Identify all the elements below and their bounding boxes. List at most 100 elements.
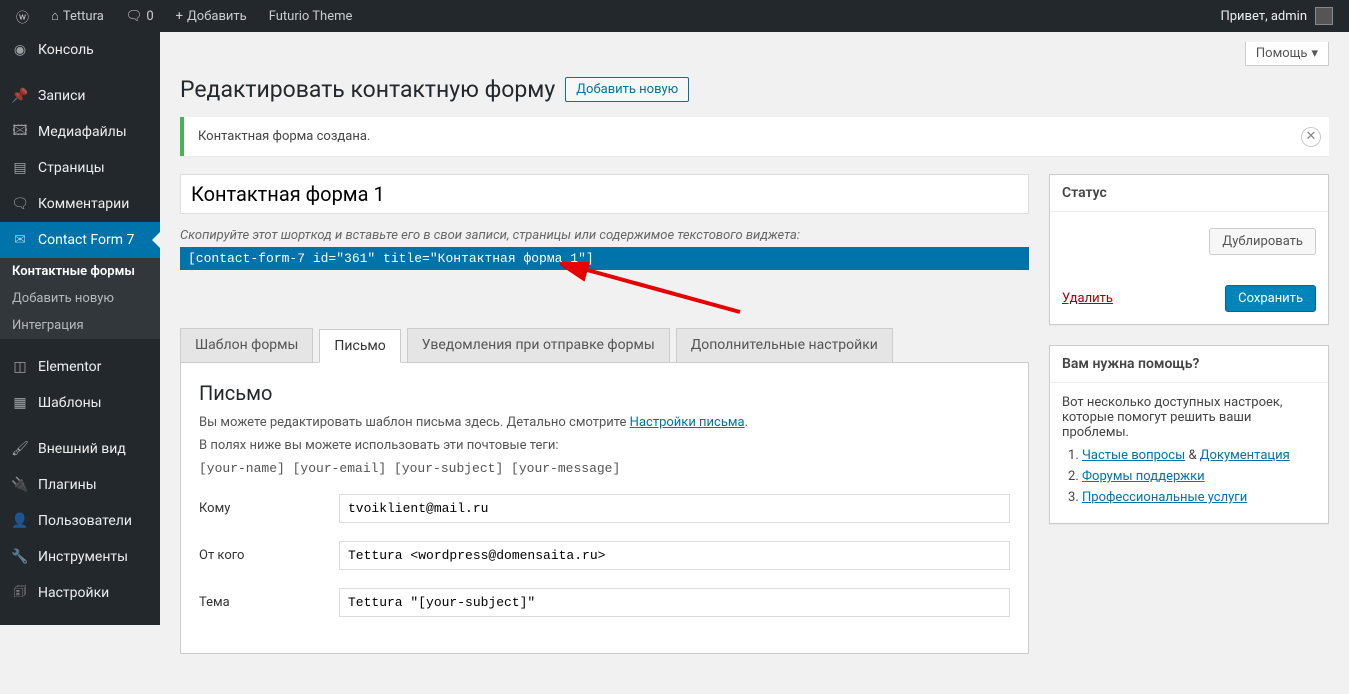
site-name-label: Tettura xyxy=(63,9,104,24)
shortcode-description: Скопируйте этот шорткод и вставьте его в… xyxy=(180,228,1029,243)
sidebar-item-label: Elementor xyxy=(38,359,101,375)
help-box-text: Вот несколько доступных настроек, которы… xyxy=(1062,395,1316,440)
mail-tags: [your-name] [your-email] [your-subject] … xyxy=(199,461,1010,476)
add-new-link[interactable]: + Добавить xyxy=(168,0,255,32)
dashboard-icon: ◉ xyxy=(10,40,30,60)
mail-panel-heading: Письмо xyxy=(199,381,1010,405)
comments-link[interactable]: 🗨0 xyxy=(118,0,162,32)
notice-text: Контактная форма создана. xyxy=(198,129,370,144)
comment-icon: 🗨 xyxy=(126,9,143,24)
from-label: От кого xyxy=(199,548,319,563)
plus-icon: + xyxy=(176,9,183,24)
submenu-contact-forms[interactable]: Контактные формы xyxy=(0,258,160,285)
forum-link[interactable]: Форумы поддержки xyxy=(1082,469,1205,484)
mail-panel: Письмо Вы можете редактировать шаблон пи… xyxy=(180,362,1029,654)
mail-icon: ✉ xyxy=(10,230,30,250)
sidebar-item-pages[interactable]: ▤ Страницы xyxy=(0,150,160,186)
help-link-item: Частые вопросы & Документация xyxy=(1082,448,1316,463)
help-link-item: Форумы поддержки xyxy=(1082,469,1316,484)
theme-link[interactable]: Futurio Theme xyxy=(261,0,361,32)
pin-icon: 📌 xyxy=(10,86,30,106)
sidebar-item-label: Шаблоны xyxy=(38,395,102,411)
form-title-input[interactable] xyxy=(180,174,1029,214)
annotation-arrow xyxy=(180,272,1029,312)
help-box: Вам нужна помощь? Вот несколько доступны… xyxy=(1049,345,1329,524)
sidebar-item-settings[interactable]: 🗊Настройки xyxy=(0,575,160,611)
delete-link[interactable]: Удалить xyxy=(1062,291,1113,306)
sidebar-submenu: Контактные формы Добавить новую Интеграц… xyxy=(0,258,160,339)
admin-topbar: ⓦ ⌂Tettura 🗨0 +Добавить Futurio Theme Пр… xyxy=(0,0,1349,32)
subject-label: Тема xyxy=(199,595,319,610)
sidebar-item-templates[interactable]: ▦ Шаблоны xyxy=(0,385,160,421)
users-icon: 👤 xyxy=(10,511,30,531)
sidebar-item-comments[interactable]: 🗨 Комментарии xyxy=(0,186,160,222)
help-tab-label: Помощь xyxy=(1256,46,1308,61)
media-icon: 🖾 xyxy=(10,122,30,142)
sidebar-item-tools[interactable]: 🔧 Инструменты xyxy=(0,539,160,575)
submenu-integration[interactable]: Интеграция xyxy=(0,312,160,339)
tab-mail[interactable]: Письмо xyxy=(319,329,400,363)
comment-icon: 🗨 xyxy=(10,194,30,214)
form-tabs: Шаблон формы Письмо Уведомления при отпр… xyxy=(180,328,1029,362)
docs-link[interactable]: Документация xyxy=(1200,448,1290,463)
chevron-down-icon: ▾ xyxy=(1311,46,1318,61)
tab-form-template[interactable]: Шаблон формы xyxy=(180,328,313,362)
wp-logo[interactable]: ⓦ xyxy=(8,0,37,32)
sidebar-item-label: Contact Form 7 xyxy=(38,232,134,248)
tools-icon: 🔧 xyxy=(10,547,30,567)
sidebar-item-console[interactable]: ◉ Консоль xyxy=(0,32,160,68)
success-notice: Контактная форма создана. ✕ xyxy=(180,117,1329,156)
templates-icon: ▦ xyxy=(10,393,30,413)
subject-input[interactable] xyxy=(339,588,1010,617)
save-button[interactable]: Сохранить xyxy=(1225,285,1316,312)
faq-link[interactable]: Частые вопросы xyxy=(1082,448,1185,463)
sidebar-item-elementor[interactable]: ◫Elementor xyxy=(0,349,160,385)
to-label: Кому xyxy=(199,501,319,516)
site-link[interactable]: ⌂ Tettura xyxy=(43,0,112,32)
submenu-add-new[interactable]: Добавить новую xyxy=(0,285,160,312)
page-title: Редактировать контактную форму xyxy=(180,76,555,103)
wordpress-icon: ⓦ xyxy=(16,7,29,26)
avatar[interactable] xyxy=(1315,7,1333,25)
add-new-button[interactable]: Добавить новую xyxy=(565,77,689,102)
sidebar-item-contact-form-7[interactable]: ✉ Contact Form 7 xyxy=(0,222,160,258)
sidebar-item-posts[interactable]: 📌 Записи xyxy=(0,78,160,114)
sidebar-item-media[interactable]: 🖾 Медиафайлы xyxy=(0,114,160,150)
plugin-icon: 🔌 xyxy=(10,475,30,495)
sidebar-item-plugins[interactable]: 🔌 Плагины xyxy=(0,467,160,503)
tab-messages[interactable]: Уведомления при отправке формы xyxy=(407,328,670,362)
tab-additional-settings[interactable]: Дополнительные настройки xyxy=(676,328,893,362)
to-input[interactable] xyxy=(339,494,1010,523)
help-link-item: Профессиональные услуги xyxy=(1082,490,1316,505)
sidebar-item-label: Комментарии xyxy=(38,196,129,212)
main-content: Помощь▾ Редактировать контактную форму Д… xyxy=(160,32,1349,694)
add-new-label: Добавить xyxy=(187,9,247,24)
sidebar-item-label: Внешний вид xyxy=(38,441,126,457)
sidebar-item-label: Страницы xyxy=(38,160,105,176)
theme-link-label: Futurio Theme xyxy=(269,9,353,24)
sidebar-item-users[interactable]: 👤 Пользователи xyxy=(0,503,160,539)
comments-count: 0 xyxy=(146,9,153,24)
from-input[interactable] xyxy=(339,541,1010,570)
mail-panel-help: Вы можете редактировать шаблон письма зд… xyxy=(199,415,1010,430)
sidebar-item-label: Записи xyxy=(38,88,86,104)
page-icon: ▤ xyxy=(10,158,30,178)
brush-icon: 🖌 xyxy=(10,439,30,459)
sidebar-item-label: Консоль xyxy=(38,42,94,58)
mail-settings-link[interactable]: Настройки письма xyxy=(630,415,745,430)
home-icon: ⌂ xyxy=(51,8,59,24)
sidebar-item-label: Инструменты xyxy=(38,549,128,565)
duplicate-button[interactable]: Дублировать xyxy=(1209,228,1316,255)
sidebar-item-label: Пользователи xyxy=(38,513,132,529)
sidebar-item-label: Медиафайлы xyxy=(38,124,127,140)
dismiss-notice-button[interactable]: ✕ xyxy=(1301,127,1321,147)
sidebar-item-appearance[interactable]: 🖌 Внешний вид xyxy=(0,431,160,467)
status-box-title: Статус xyxy=(1050,175,1328,212)
close-icon: ✕ xyxy=(1306,129,1317,144)
sidebar-item-label: Настройки xyxy=(38,585,109,601)
pro-link[interactable]: Профессиональные услуги xyxy=(1082,490,1247,505)
mail-tags-intro: В полях ниже вы можете использовать эти … xyxy=(199,438,1010,453)
admin-sidebar: ◉ Консоль 📌 Записи 🖾 Медиафайлы ▤ Страницы 🗨… xyxy=(0,32,160,625)
sidebar-item-label: Плагины xyxy=(38,477,97,493)
help-tab[interactable]: Помощь▾ xyxy=(1245,42,1329,66)
